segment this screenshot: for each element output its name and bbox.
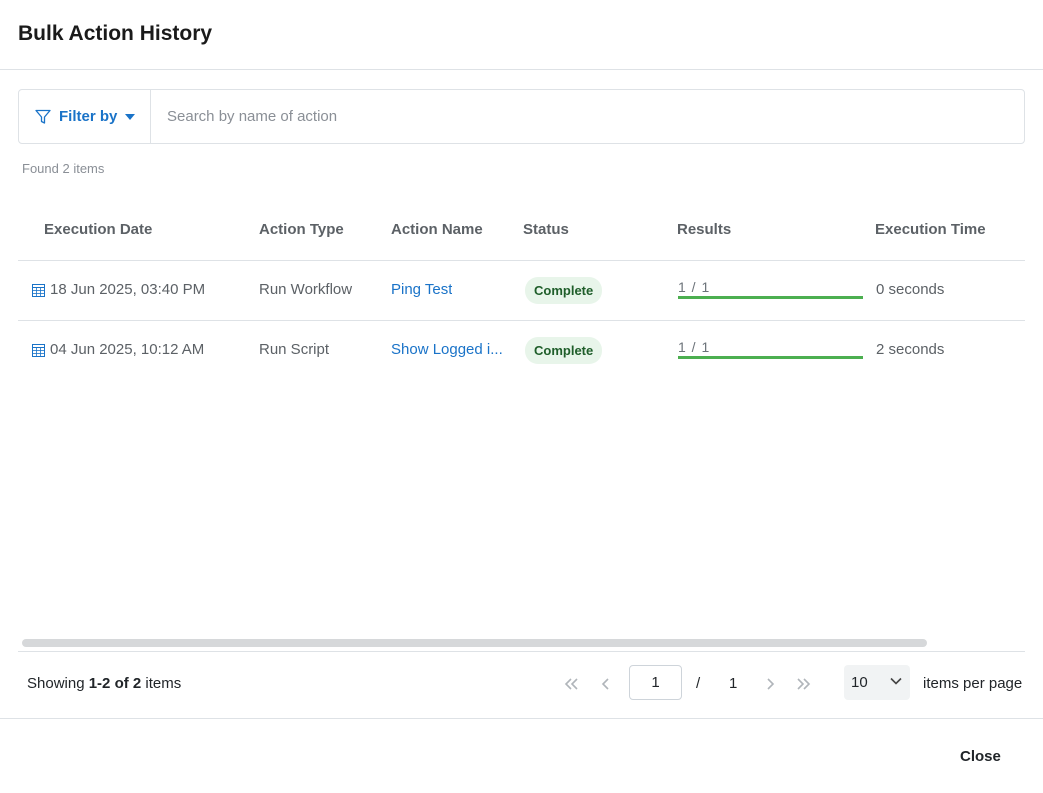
next-page-button[interactable] [759, 673, 781, 695]
table-header: Execution Date Action Type Action Name S… [18, 200, 1025, 261]
close-button[interactable]: Close [946, 739, 1015, 774]
filter-by-label: Filter by [59, 108, 118, 125]
calendar-icon [32, 343, 45, 357]
column-header-results[interactable]: Results [677, 221, 731, 238]
dialog-title: Bulk Action History [18, 22, 213, 45]
prev-page-icon [601, 678, 609, 690]
page-separator: / [696, 675, 701, 692]
execution-date: 18 Jun 2025, 03:40 PM [50, 281, 206, 298]
column-header-execution-date[interactable]: Execution Date [44, 221, 152, 238]
first-page-icon [564, 678, 578, 690]
column-header-action-type[interactable]: Action Type [259, 221, 344, 238]
showing-prefix: Showing [27, 675, 85, 692]
column-header-action-name[interactable]: Action Name [391, 221, 483, 238]
filter-icon [35, 109, 51, 125]
first-page-button[interactable] [560, 673, 582, 695]
bulk-action-history-dialog: Bulk Action History Filter by Found 2 it… [0, 0, 1043, 793]
execution-time: 2 seconds [876, 341, 945, 358]
results-progress: 1 / 1 [678, 280, 863, 299]
execution-date: 04 Jun 2025, 10:12 AM [50, 341, 205, 358]
footer-divider [0, 718, 1043, 719]
action-name-link[interactable]: Ping Test [391, 281, 452, 298]
results-text: 1 / 1 [678, 279, 711, 295]
action-name-link[interactable]: Show Logged i... [391, 341, 503, 358]
horizontal-scrollbar[interactable] [22, 639, 927, 647]
next-page-icon [767, 678, 775, 690]
calendar-icon [32, 283, 45, 297]
items-per-page-select[interactable]: 10 [844, 665, 910, 700]
items-per-page-label: items per page [923, 675, 1023, 692]
search-input[interactable] [151, 90, 1024, 143]
search-bar: Filter by [18, 89, 1025, 144]
results-bar-fill [678, 356, 863, 359]
chevron-down-icon [890, 677, 902, 685]
status-badge: Complete [525, 337, 603, 364]
filter-by-button[interactable]: Filter by [19, 90, 151, 143]
showing-summary: Showing 1-2 of 2 items [27, 675, 181, 692]
column-header-execution-time[interactable]: Execution Time [875, 221, 986, 238]
results-progress: 1 / 1 [678, 340, 863, 359]
status-badge: Complete [525, 277, 603, 304]
last-page-icon [797, 678, 811, 690]
results-bar-fill [678, 296, 863, 299]
results-bar [678, 296, 863, 299]
found-count: Found 2 items [22, 161, 105, 176]
results-text: 1 / 1 [678, 339, 711, 355]
caret-down-icon [125, 113, 136, 120]
last-page-button[interactable] [793, 673, 815, 695]
showing-range: 1-2 of 2 [88, 675, 142, 692]
column-header-status[interactable]: Status [523, 221, 569, 238]
total-pages: 1 [729, 675, 738, 692]
results-bar [678, 356, 863, 359]
prev-page-button[interactable] [595, 673, 617, 695]
items-per-page-value: 10 [851, 674, 868, 691]
history-table: Execution Date Action Type Action Name S… [18, 200, 1025, 380]
action-type: Run Workflow [259, 281, 353, 298]
page-number-input[interactable] [629, 665, 682, 700]
dialog-header: Bulk Action History [0, 0, 1043, 70]
divider [18, 651, 1025, 652]
execution-time: 0 seconds [876, 281, 945, 298]
action-type: Run Script [259, 341, 330, 358]
showing-suffix: items [145, 675, 182, 692]
table-row[interactable]: 04 Jun 2025, 10:12 AM Run Script Show Lo… [18, 321, 1025, 380]
table-row[interactable]: 18 Jun 2025, 03:40 PM Run Workflow Ping … [18, 261, 1025, 321]
